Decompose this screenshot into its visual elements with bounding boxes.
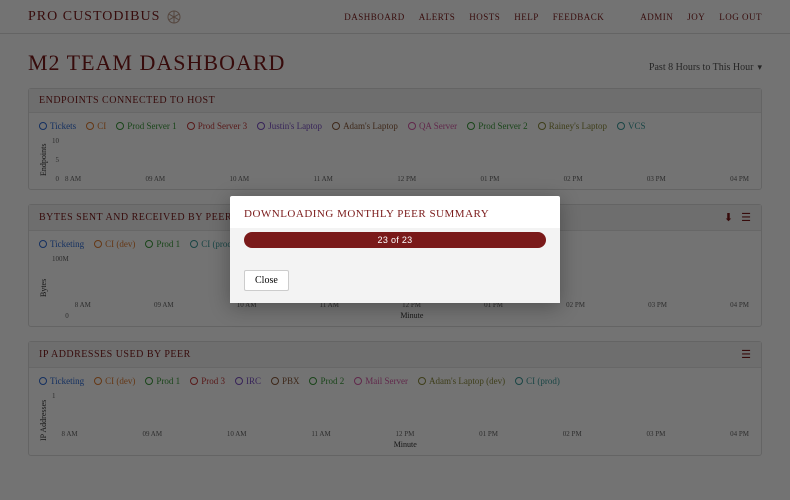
- modal-overlay[interactable]: DOWNLOADING MONTHLY PEER SUMMARY 23 of 2…: [0, 0, 790, 500]
- close-button[interactable]: Close: [244, 270, 289, 291]
- progress-bar: 23 of 23: [244, 232, 546, 248]
- download-modal: DOWNLOADING MONTHLY PEER SUMMARY 23 of 2…: [230, 196, 560, 303]
- modal-title: DOWNLOADING MONTHLY PEER SUMMARY: [244, 208, 546, 220]
